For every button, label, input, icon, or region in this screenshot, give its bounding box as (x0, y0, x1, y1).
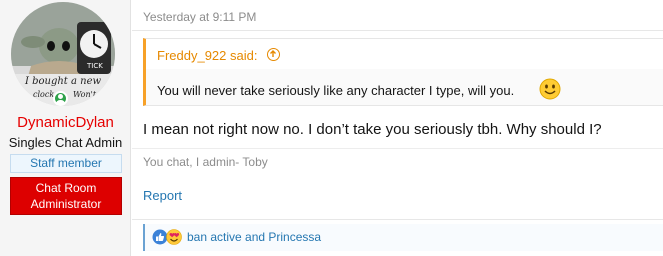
svg-text:TICK: TICK (86, 62, 103, 70)
signature-divider (132, 148, 663, 149)
quote-text: You will never take seriously like any c… (157, 83, 515, 98)
message-body: I mean not right now no. I don’t take yo… (143, 121, 602, 138)
message-date[interactable]: Yesterday at 9:11 PM (143, 10, 256, 24)
quote-body: You will never take seriously like any c… (146, 69, 663, 105)
username[interactable]: DynamicDylan (0, 114, 131, 131)
online-user-icon (53, 91, 68, 106)
reactions-bar[interactable]: ban active and Princessa (143, 224, 663, 251)
quote-header: Freddy_922 said: (146, 39, 663, 69)
staff-member-banner: Staff member (10, 154, 122, 173)
message-user-sidebar: TICK I bought a new clock Won't DynamicD… (0, 0, 131, 256)
divider (132, 30, 663, 31)
banner-admin-line2: Administrator (30, 197, 102, 211)
reactions-users[interactable]: ban active and Princessa (187, 230, 321, 244)
quote-author-link[interactable]: Freddy_922 said: (157, 48, 257, 63)
smiley-icon (539, 78, 561, 100)
avatar[interactable]: TICK I bought a new clock Won't (11, 2, 115, 106)
quote-block: Freddy_922 said: You will never take ser… (143, 38, 663, 106)
report-link[interactable]: Report (143, 188, 182, 203)
footer-divider (132, 219, 663, 220)
avatar-caption: I bought a new (24, 76, 102, 87)
arrow-up-circle-icon[interactable] (267, 48, 280, 61)
signature: You chat, I admin- Toby (143, 155, 268, 169)
love-icon (166, 229, 182, 245)
avatar-image: TICK (11, 2, 115, 106)
user-title: Singles Chat Admin (8, 135, 123, 150)
avatar-caption-left: clock (33, 90, 55, 99)
chat-room-administrator-banner: Chat Room Administrator (10, 177, 122, 215)
banner-admin-line1: Chat Room (35, 181, 97, 195)
avatar-caption-right: Won't (73, 90, 97, 99)
